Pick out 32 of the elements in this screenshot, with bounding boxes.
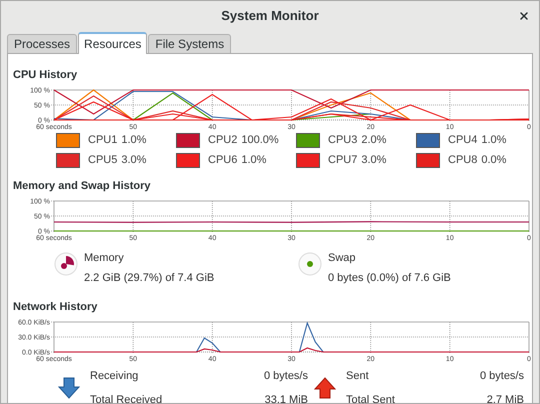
memory-label: Swap	[328, 251, 357, 266]
cpu-label: CPU6	[208, 153, 238, 168]
cpu-reading: 1.0%	[241, 153, 266, 168]
memory-reading: 0 bytes (0.0%) of 7.6 GiB	[328, 270, 451, 286]
cpu-label: CPU8	[448, 153, 478, 168]
cpu-reading: 100.0%	[241, 133, 279, 148]
cpu-reading: 3.0%	[361, 153, 386, 168]
cpu-reading: 0.0%	[481, 153, 506, 168]
window-title: System Monitor	[221, 7, 319, 26]
memory-label: Memory	[84, 251, 125, 266]
cpu-reading: 1.0%	[481, 133, 506, 148]
network-reading: 0 bytes/s	[264, 369, 308, 384]
section-heading: Memory and Swap History	[12, 179, 152, 193]
network-reading: 2.7 MiB	[486, 392, 524, 403]
cpu-label: CPU5	[88, 153, 118, 168]
section-heading: CPU History	[12, 68, 78, 82]
network-label: Receiving	[90, 369, 140, 384]
cpu-label: CPU7	[328, 153, 358, 168]
cpu-reading: 1.0%	[121, 133, 146, 148]
network-reading: 0 bytes/s	[480, 369, 524, 384]
cpu-label: CPU3	[328, 133, 358, 148]
cpu-reading: 2.0%	[361, 133, 386, 148]
network-label: Sent	[346, 369, 370, 384]
section-heading: Network History	[12, 300, 98, 314]
memory-reading: 2.2 GiB (29.7%) of 7.4 GiB	[84, 270, 214, 286]
network-reading: 33.1 MiB	[264, 392, 308, 403]
cpu-label: CPU2	[208, 133, 238, 148]
cpu-label: CPU4	[448, 133, 478, 148]
cpu-label: CPU1	[88, 133, 118, 148]
cpu-reading: 3.0%	[121, 153, 146, 168]
network-label: Total Sent	[346, 392, 396, 403]
network-label: Total Received	[90, 392, 164, 403]
